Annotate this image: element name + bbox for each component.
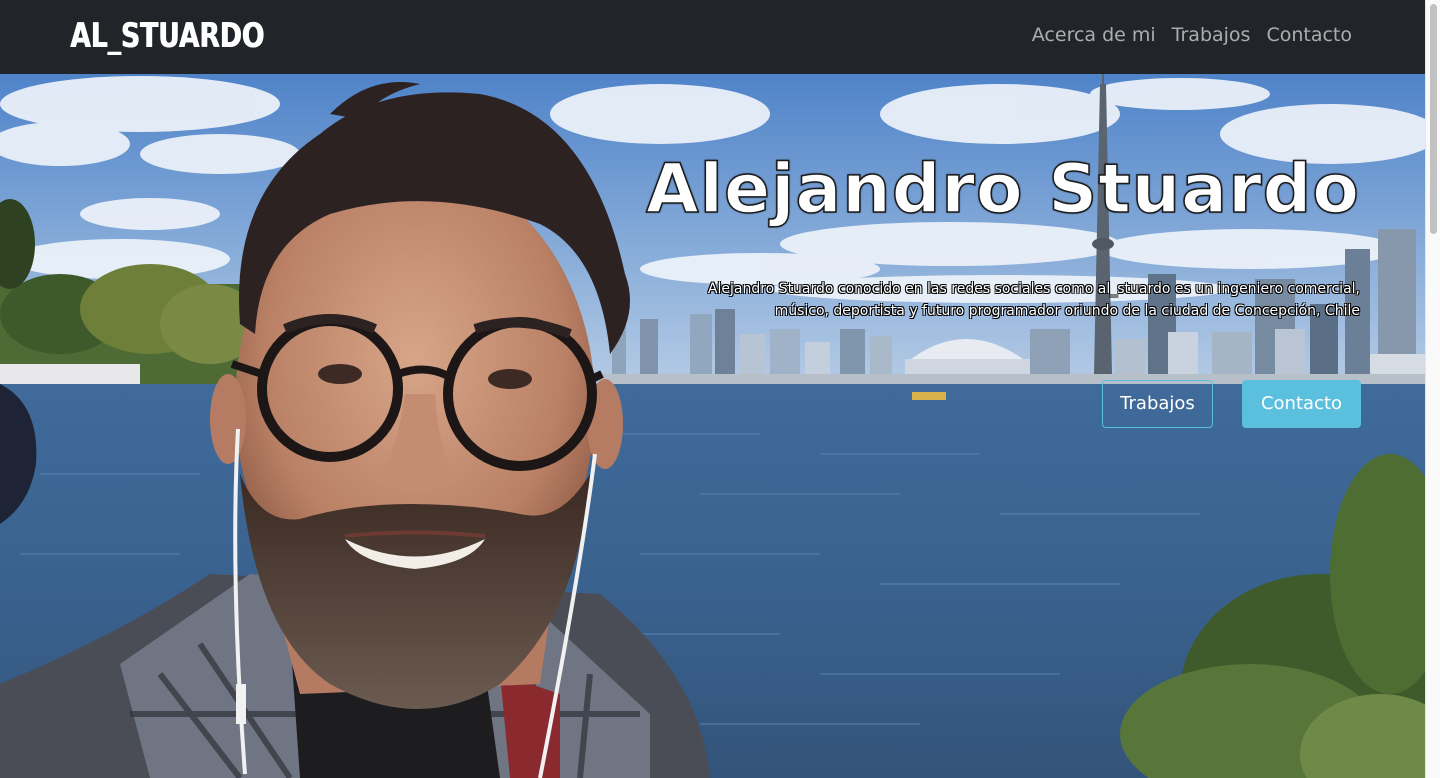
hero-description-line-1: Alejandro Stuardo conocido en las redes …	[707, 281, 1360, 297]
nav-link-about[interactable]: Acerca de mi	[1032, 22, 1156, 48]
hero-title: Alejandro Stuardo	[645, 149, 1360, 230]
hero-buttons: Trabajos Contacto	[1102, 380, 1361, 428]
scrollbar-thumb[interactable]	[1430, 4, 1437, 234]
nav-link-works[interactable]: Trabajos	[1172, 22, 1251, 48]
hero-description-line-2: músico, deportista y futuro programador …	[774, 303, 1360, 319]
nav-links: Acerca de mi Trabajos Contacto	[1032, 22, 1352, 48]
page-scrollbar[interactable]	[1425, 0, 1440, 778]
brand-logo[interactable]: AL_STUARDO	[70, 14, 264, 58]
navbar: AL_STUARDO Acerca de mi Trabajos Contact…	[0, 0, 1425, 74]
hero-text-block: Alejandro Stuardo Alejandro Stuardo cono…	[620, 149, 1360, 322]
hero-section: Alejandro Stuardo Alejandro Stuardo cono…	[0, 74, 1425, 778]
contact-button[interactable]: Contacto	[1242, 380, 1361, 428]
nav-link-contact[interactable]: Contacto	[1266, 22, 1352, 48]
hero-description: Alejandro Stuardo conocido en las redes …	[620, 278, 1360, 322]
works-button[interactable]: Trabajos	[1102, 380, 1213, 428]
